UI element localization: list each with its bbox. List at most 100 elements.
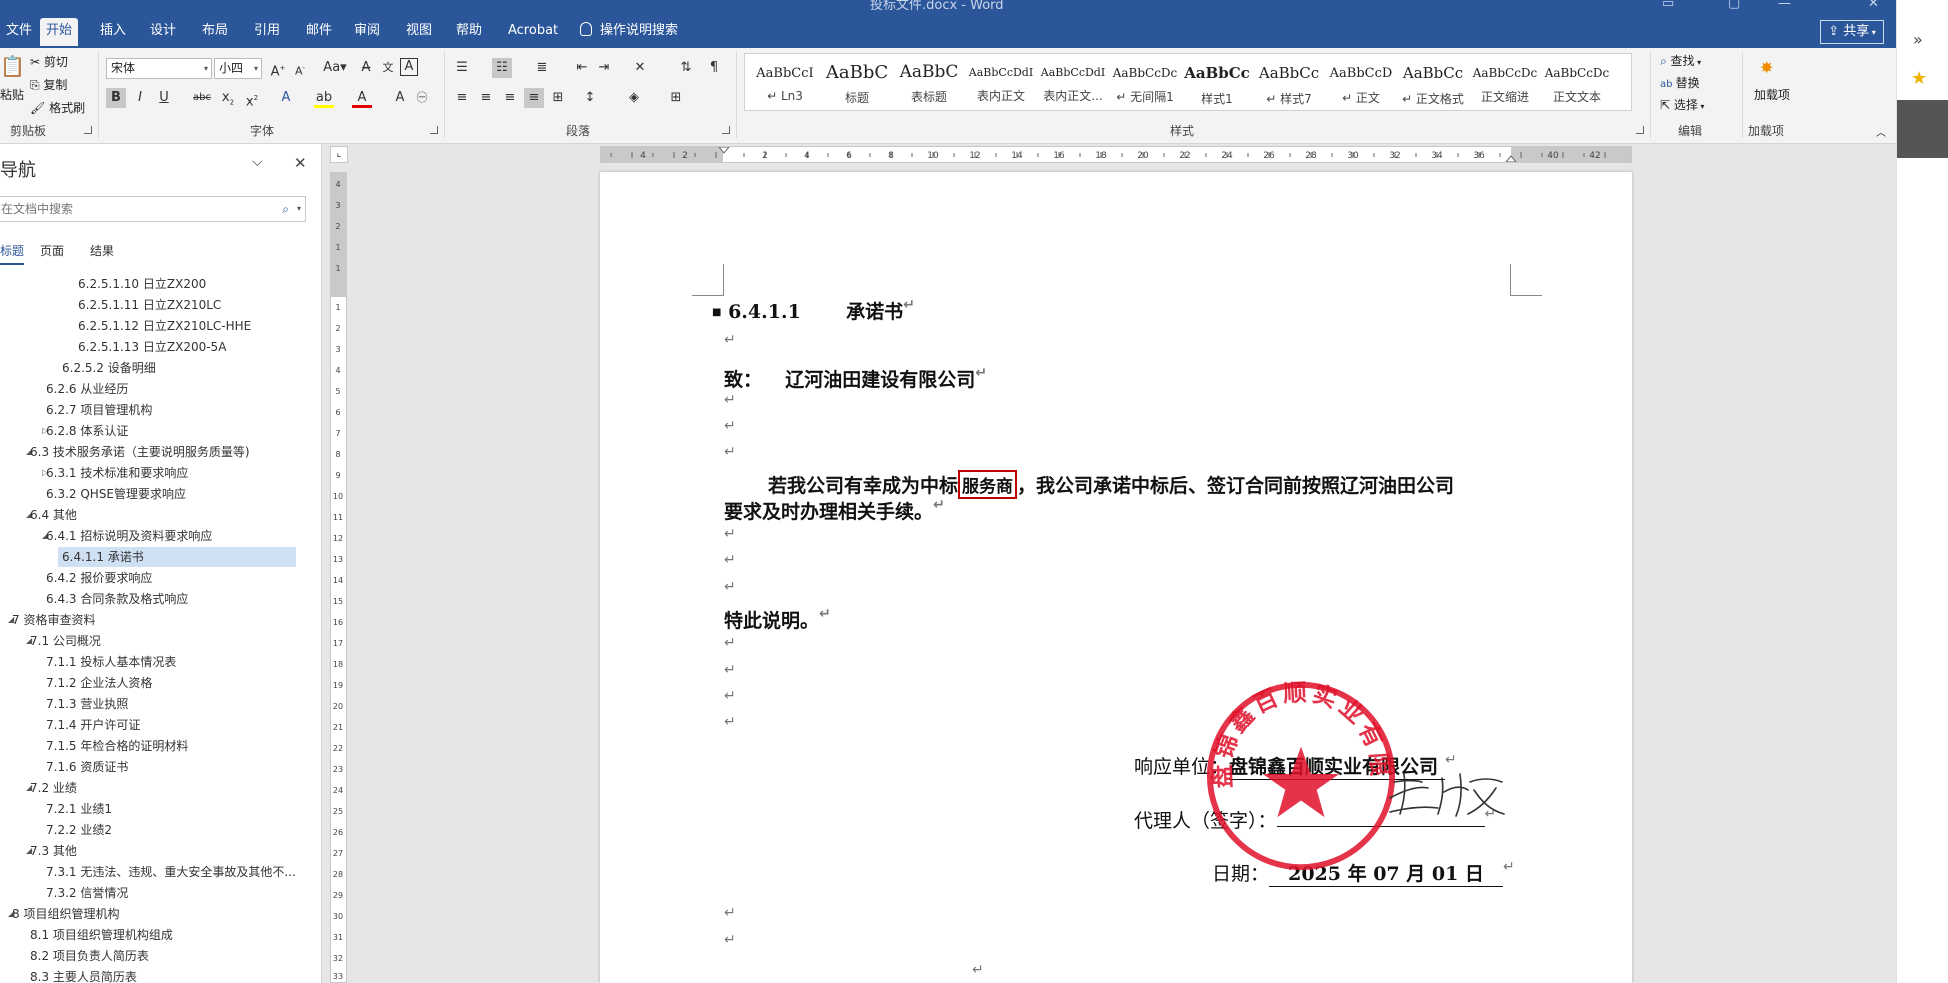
line-spacing-icon[interactable]: ↕ <box>580 88 600 108</box>
nav-heading-item[interactable]: 7.1.1 投标人基本情况表 <box>46 652 176 672</box>
bullets-icon[interactable]: ☰ <box>452 58 472 78</box>
addressee-line[interactable]: 致： 辽河油田建设有限公司 ↵ <box>724 365 987 392</box>
tab-acrobat[interactable]: Acrobat <box>502 18 564 46</box>
nav-heading-item[interactable]: 7.2.1 业绩1 <box>46 799 112 819</box>
highlight-color-icon[interactable]: ab <box>314 88 334 108</box>
nav-search-input[interactable]: 在文档中搜索 ⌕ ▾ <box>0 196 306 222</box>
grow-font-icon[interactable]: A+ <box>268 58 288 79</box>
sort-icon[interactable]: ⇅ <box>676 58 696 78</box>
favorite-star-icon[interactable]: ★ <box>1911 68 1927 89</box>
nav-heading-item[interactable]: 6.3.2 QHSE管理要求响应 <box>46 484 186 504</box>
tab-home[interactable]: 开始 <box>40 18 79 46</box>
expand-panel-icon[interactable]: » <box>1913 30 1923 49</box>
select-button[interactable]: ⇱ 选择 ▾ <box>1660 96 1704 113</box>
tab-view[interactable]: 视图 <box>400 18 438 46</box>
find-button[interactable]: ⌕ 查找 ▾ <box>1660 52 1701 69</box>
nav-heading-item[interactable]: 7 资格审查资料 <box>12 610 95 630</box>
style-item[interactable]: AaBbC 表标题 <box>893 56 965 108</box>
enclose-characters-icon[interactable]: ㊀ <box>412 88 432 108</box>
subscript-icon[interactable]: x2 <box>218 88 238 108</box>
copy-button[interactable]: ⎘ 复制 <box>30 76 67 93</box>
addins-button[interactable]: 加载项 <box>1754 88 1790 102</box>
body-paragraph-line1[interactable]: 若我公司有幸成为中标 服务商 ，我公司承诺中标后、签订合同前按照辽河油田公司 <box>768 470 1454 499</box>
tab-file[interactable]: 文件 <box>0 18 38 46</box>
nav-heading-item[interactable]: 6.2.6 从业经历 <box>46 379 128 399</box>
nav-heading-item[interactable]: 6.4.1.1 承诺书 <box>58 547 296 567</box>
clear-formatting-icon[interactable]: A̶ <box>356 58 376 78</box>
minimize-icon[interactable]: — <box>1778 0 1791 11</box>
nav-heading-item[interactable]: 7.3.2 信誉情况 <box>46 883 128 903</box>
heading-line[interactable]: ■ 6.4.1.1 承诺书 ↵ <box>712 297 915 324</box>
nav-tab-headings[interactable]: 标题 <box>0 242 25 265</box>
collapse-ribbon-icon[interactable]: ︿ <box>1876 124 1886 139</box>
addins-icon[interactable]: ✸ <box>1760 58 1773 77</box>
vertical-ruler[interactable]: 43211 1 2 3 4 5 6 7 8 9 10 11 12 13 14 15 16 17 18 19 20 21 2… <box>330 172 347 983</box>
tell-me-search[interactable]: 操作说明搜索 <box>580 18 678 46</box>
nav-tab-pages[interactable]: 页面 <box>40 242 64 259</box>
tab-selector[interactable]: ⌞ <box>330 146 348 163</box>
chevron-down-icon[interactable]: ▾ <box>297 197 301 221</box>
multilevel-list-icon[interactable]: ≣ <box>532 58 552 78</box>
nav-tab-results[interactable]: 结果 <box>90 242 114 259</box>
phonetic-guide-icon[interactable]: 文 <box>378 58 398 78</box>
tab-layout[interactable]: 布局 <box>196 18 234 46</box>
align-left-icon[interactable]: ≡ <box>452 88 472 108</box>
chevron-down-icon[interactable]: ⌵ <box>252 154 263 170</box>
decrease-indent-icon[interactable]: ⇤ <box>572 58 592 78</box>
font-color-icon[interactable]: A <box>352 88 372 108</box>
tab-help[interactable]: 帮助 <box>450 18 488 46</box>
nav-heading-item[interactable]: 7.1.4 开户许可证 <box>46 715 140 735</box>
font-launcher-icon[interactable] <box>430 126 438 134</box>
horizontal-ruler[interactable]: 42 2 4 6 8 10 12 14 16 18 20 22 24 26 28 30 32 34 36 40 42 <box>600 146 1632 163</box>
format-painter-button[interactable]: 🖌 格式刷 <box>30 99 85 116</box>
strikethrough-icon[interactable]: abc <box>192 88 212 108</box>
shading-icon[interactable]: ◈ <box>624 88 644 108</box>
replace-button[interactable]: ab 替换 <box>1660 74 1700 91</box>
italic-icon[interactable]: I <box>130 88 150 108</box>
nav-heading-item[interactable]: 8.3 主要人员简历表 <box>30 967 137 983</box>
bold-icon[interactable]: B <box>106 88 126 108</box>
tab-references[interactable]: 引用 <box>248 18 286 46</box>
close-icon[interactable]: ✕ <box>294 154 307 172</box>
distributed-icon[interactable]: ⊞ <box>548 88 568 108</box>
nav-heading-item[interactable]: 8 项目组织管理机构 <box>12 904 119 924</box>
nav-heading-item[interactable]: 6.2.5.1.13 日立ZX200-5A <box>78 337 226 357</box>
text-effects-icon[interactable]: A <box>276 88 296 108</box>
share-button[interactable]: ⇪ 共享 ▾ <box>1820 20 1884 44</box>
nav-heading-item[interactable]: 6.2.5.1.10 日立ZX200 <box>78 274 206 294</box>
cut-button[interactable]: ✂ 剪切 <box>30 53 68 70</box>
nav-heading-item[interactable]: 7.3 其他 <box>30 841 77 861</box>
clipboard-launcher-icon[interactable] <box>84 126 92 134</box>
numbering-icon[interactable]: ☷ <box>492 58 512 78</box>
style-item[interactable]: AaBbCcI ↵ Ln3 <box>749 56 821 108</box>
borders-icon[interactable]: ⊞ <box>666 88 686 108</box>
paste-button[interactable]: 粘贴 <box>0 86 24 103</box>
sign-in-button[interactable]: ▭ <box>1662 0 1674 11</box>
chinese-layout-icon[interactable]: ✕ <box>630 58 650 78</box>
character-border-icon[interactable]: A <box>400 58 418 76</box>
style-item[interactable]: AaBbCcDdI 表内正文 <box>965 56 1037 108</box>
nav-heading-item[interactable]: 7.1.3 营业执照 <box>46 694 128 714</box>
nav-heading-item[interactable]: 6.3 技术服务承诺（主要说明服务质量等) <box>30 442 250 462</box>
style-item[interactable]: AaBbCc ↵ 样式7 <box>1253 56 1325 108</box>
superscript-icon[interactable]: x2 <box>242 88 262 109</box>
splitter[interactable] <box>322 144 330 983</box>
align-right-icon[interactable]: ≡ <box>500 88 520 108</box>
special-note-line[interactable]: 特此说明。 ↵ <box>724 606 831 633</box>
style-item[interactable]: AaBbCcDc 正文缩进 <box>1469 56 1541 108</box>
style-item[interactable]: AaBbCcDc 正文文本 <box>1541 56 1613 108</box>
style-item[interactable]: AaBbCc 样式1 <box>1181 56 1253 108</box>
change-case-icon[interactable]: Aa▾ <box>320 58 350 78</box>
styles-launcher-icon[interactable] <box>1636 126 1644 134</box>
body-paragraph-line2[interactable]: 要求及时办理相关手续。 ↵ <box>724 497 945 524</box>
tab-mailings[interactable]: 邮件 <box>300 18 338 46</box>
tab-review[interactable]: 审阅 <box>348 18 386 46</box>
align-center-icon[interactable]: ≡ <box>476 88 496 108</box>
justify-icon[interactable]: ≡ <box>524 88 544 108</box>
nav-heading-item[interactable]: 6.3.1 技术标准和要求响应 <box>46 463 188 483</box>
nav-heading-item[interactable]: 6.4 其他 <box>30 505 77 525</box>
nav-heading-item[interactable]: 8.1 项目组织管理机构组成 <box>30 925 173 945</box>
nav-heading-item[interactable]: 7.3.1 无违法、违规、重大安全事故及其他不... <box>46 862 296 882</box>
nav-heading-item[interactable]: 6.2.8 体系认证 <box>46 421 128 441</box>
document-page[interactable]: ■ 6.4.1.1 承诺书 ↵ ↵ 致： 辽河油田建设有限公司 ↵ ↵ ↵ ↵ 若… <box>600 172 1632 983</box>
